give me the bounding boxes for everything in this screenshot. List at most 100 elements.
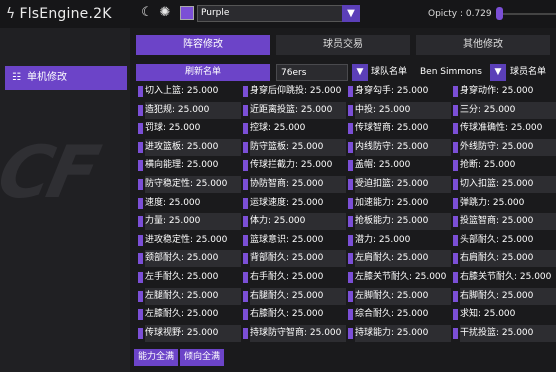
- attribute-field[interactable]: 三分: 25.000: [451, 101, 556, 119]
- attribute-checkbox[interactable]: [453, 216, 458, 228]
- attribute-checkbox[interactable]: [453, 86, 458, 97]
- attribute-checkbox[interactable]: [138, 253, 143, 265]
- moon-icon[interactable]: ☾: [140, 6, 154, 20]
- attribute-checkbox[interactable]: [243, 104, 248, 116]
- attribute-field[interactable]: 左腿耐久: 25.000: [136, 287, 241, 305]
- attribute-field[interactable]: 运球速度: 25.000: [241, 195, 346, 212]
- attribute-field[interactable]: 右膝关节耐久: 25.000: [451, 269, 556, 286]
- attribute-field[interactable]: 体力: 25.000: [241, 213, 346, 231]
- attribute-field[interactable]: 横向能理: 25.000: [136, 157, 241, 174]
- attribute-checkbox[interactable]: [453, 104, 458, 116]
- attribute-checkbox[interactable]: [348, 290, 353, 302]
- attribute-checkbox[interactable]: [453, 160, 458, 172]
- chevron-down-icon[interactable]: ▼: [490, 64, 506, 81]
- attribute-field[interactable]: 头部耐久: 25.000: [451, 232, 556, 249]
- attribute-checkbox[interactable]: [138, 123, 143, 135]
- attribute-field[interactable]: 身穿后仰跳投: 25.000: [241, 83, 346, 100]
- attribute-field[interactable]: 受迫扣篮: 25.000: [346, 176, 451, 193]
- attribute-field[interactable]: 篮球意识: 25.000: [241, 232, 346, 249]
- attribute-checkbox[interactable]: [348, 197, 353, 209]
- attribute-field[interactable]: 罚球: 25.000: [136, 120, 241, 137]
- attribute-checkbox[interactable]: [453, 272, 458, 283]
- attribute-field[interactable]: 协防智商: 25.000: [241, 176, 346, 193]
- attribute-checkbox[interactable]: [138, 179, 143, 190]
- refresh-roster-button[interactable]: 刷新名单: [136, 64, 270, 81]
- attribute-checkbox[interactable]: [243, 290, 248, 302]
- theme-select[interactable]: Purple: [197, 5, 360, 22]
- attribute-checkbox[interactable]: [138, 160, 143, 172]
- opacity-slider[interactable]: [496, 13, 556, 15]
- attribute-checkbox[interactable]: [348, 234, 353, 246]
- attribute-field[interactable]: 传球智商: 25.000: [346, 120, 451, 137]
- attribute-checkbox[interactable]: [138, 272, 143, 283]
- attribute-field[interactable]: 左肩耐久: 25.000: [346, 250, 451, 268]
- attribute-checkbox[interactable]: [138, 141, 143, 153]
- attribute-field[interactable]: 身穿勾手: 25.000: [346, 83, 451, 100]
- attribute-checkbox[interactable]: [348, 123, 353, 135]
- attribute-field[interactable]: 持球防守智商: 25.000: [241, 324, 346, 342]
- attribute-field[interactable]: 盖帽: 25.000: [346, 157, 451, 174]
- tab-lineup[interactable]: 阵容修改: [136, 35, 270, 55]
- max-tendency-button[interactable]: 倾向全满: [180, 349, 224, 366]
- sun-icon[interactable]: ✺: [158, 6, 172, 20]
- sidebar-item-single[interactable]: ☷ 单机修改: [5, 66, 127, 90]
- attribute-checkbox[interactable]: [243, 160, 248, 172]
- attribute-field[interactable]: 抢断: 25.000: [451, 157, 556, 174]
- attribute-field[interactable]: 潜力: 25.000: [346, 232, 451, 249]
- attribute-field[interactable]: 外线防守: 25.000: [451, 138, 556, 156]
- attribute-checkbox[interactable]: [138, 86, 143, 97]
- attribute-field[interactable]: 左脚耐久: 25.000: [346, 287, 451, 305]
- attribute-checkbox[interactable]: [453, 253, 458, 265]
- attribute-field[interactable]: 抢板能力: 25.000: [346, 213, 451, 231]
- attribute-checkbox[interactable]: [243, 216, 248, 228]
- attribute-field[interactable]: 传球准确性: 25.000: [451, 120, 556, 137]
- attribute-checkbox[interactable]: [243, 253, 248, 265]
- attribute-field[interactable]: 右手耐久: 25.000: [241, 269, 346, 286]
- attribute-checkbox[interactable]: [453, 123, 458, 135]
- attribute-field[interactable]: 背部耐久: 25.000: [241, 250, 346, 268]
- attribute-field[interactable]: 左手耐久: 25.000: [136, 269, 241, 286]
- attribute-checkbox[interactable]: [348, 253, 353, 265]
- attribute-field[interactable]: 弹跳力: 25.000: [451, 195, 556, 212]
- attribute-field[interactable]: 右脚耐久: 25.000: [451, 287, 556, 305]
- attribute-checkbox[interactable]: [348, 160, 353, 172]
- attribute-field[interactable]: 右肩耐久: 25.000: [451, 250, 556, 268]
- attribute-checkbox[interactable]: [138, 309, 143, 321]
- attribute-field[interactable]: 右膝耐久: 25.000: [241, 306, 346, 323]
- attribute-field[interactable]: 近距离投篮: 25.000: [241, 101, 346, 119]
- attribute-checkbox[interactable]: [348, 141, 353, 153]
- attribute-field[interactable]: 速度: 25.000: [136, 195, 241, 212]
- attribute-field[interactable]: 防守篮板: 25.000: [241, 138, 346, 156]
- player-select[interactable]: Ben Simmons: [420, 64, 490, 81]
- attribute-checkbox[interactable]: [138, 104, 143, 116]
- attribute-checkbox[interactable]: [453, 290, 458, 302]
- attribute-checkbox[interactable]: [453, 309, 458, 321]
- attribute-field[interactable]: 传球视野: 25.000: [136, 324, 241, 342]
- attribute-field[interactable]: 进攻稳定性: 25.000: [136, 232, 241, 249]
- attribute-checkbox[interactable]: [348, 86, 353, 97]
- attribute-checkbox[interactable]: [453, 327, 458, 339]
- attribute-field[interactable]: 造犯规: 25.000: [136, 101, 241, 119]
- attribute-checkbox[interactable]: [453, 179, 458, 190]
- attribute-checkbox[interactable]: [243, 141, 248, 153]
- attribute-checkbox[interactable]: [348, 179, 353, 190]
- attribute-checkbox[interactable]: [138, 216, 143, 228]
- max-ability-button[interactable]: 能力全满: [134, 349, 178, 366]
- attribute-checkbox[interactable]: [138, 327, 143, 339]
- attribute-checkbox[interactable]: [348, 216, 353, 228]
- attribute-checkbox[interactable]: [453, 197, 458, 209]
- attribute-checkbox[interactable]: [243, 197, 248, 209]
- attribute-field[interactable]: 左膝关节耐久: 25.000: [346, 269, 451, 286]
- attribute-checkbox[interactable]: [138, 234, 143, 246]
- attribute-checkbox[interactable]: [453, 141, 458, 153]
- attribute-field[interactable]: 进攻篮板: 25.000: [136, 138, 241, 156]
- attribute-field[interactable]: 身穿动作: 25.000: [451, 83, 556, 100]
- chevron-down-icon[interactable]: ▼: [342, 5, 360, 22]
- chevron-down-icon[interactable]: ▼: [352, 64, 368, 81]
- attribute-checkbox[interactable]: [243, 327, 248, 339]
- accent-color-swatch[interactable]: [180, 6, 194, 20]
- attribute-checkbox[interactable]: [138, 290, 143, 302]
- tab-trade[interactable]: 球员交易: [276, 35, 410, 55]
- attribute-field[interactable]: 求知: 25.000: [451, 306, 556, 323]
- team-select[interactable]: 76ers: [276, 64, 348, 81]
